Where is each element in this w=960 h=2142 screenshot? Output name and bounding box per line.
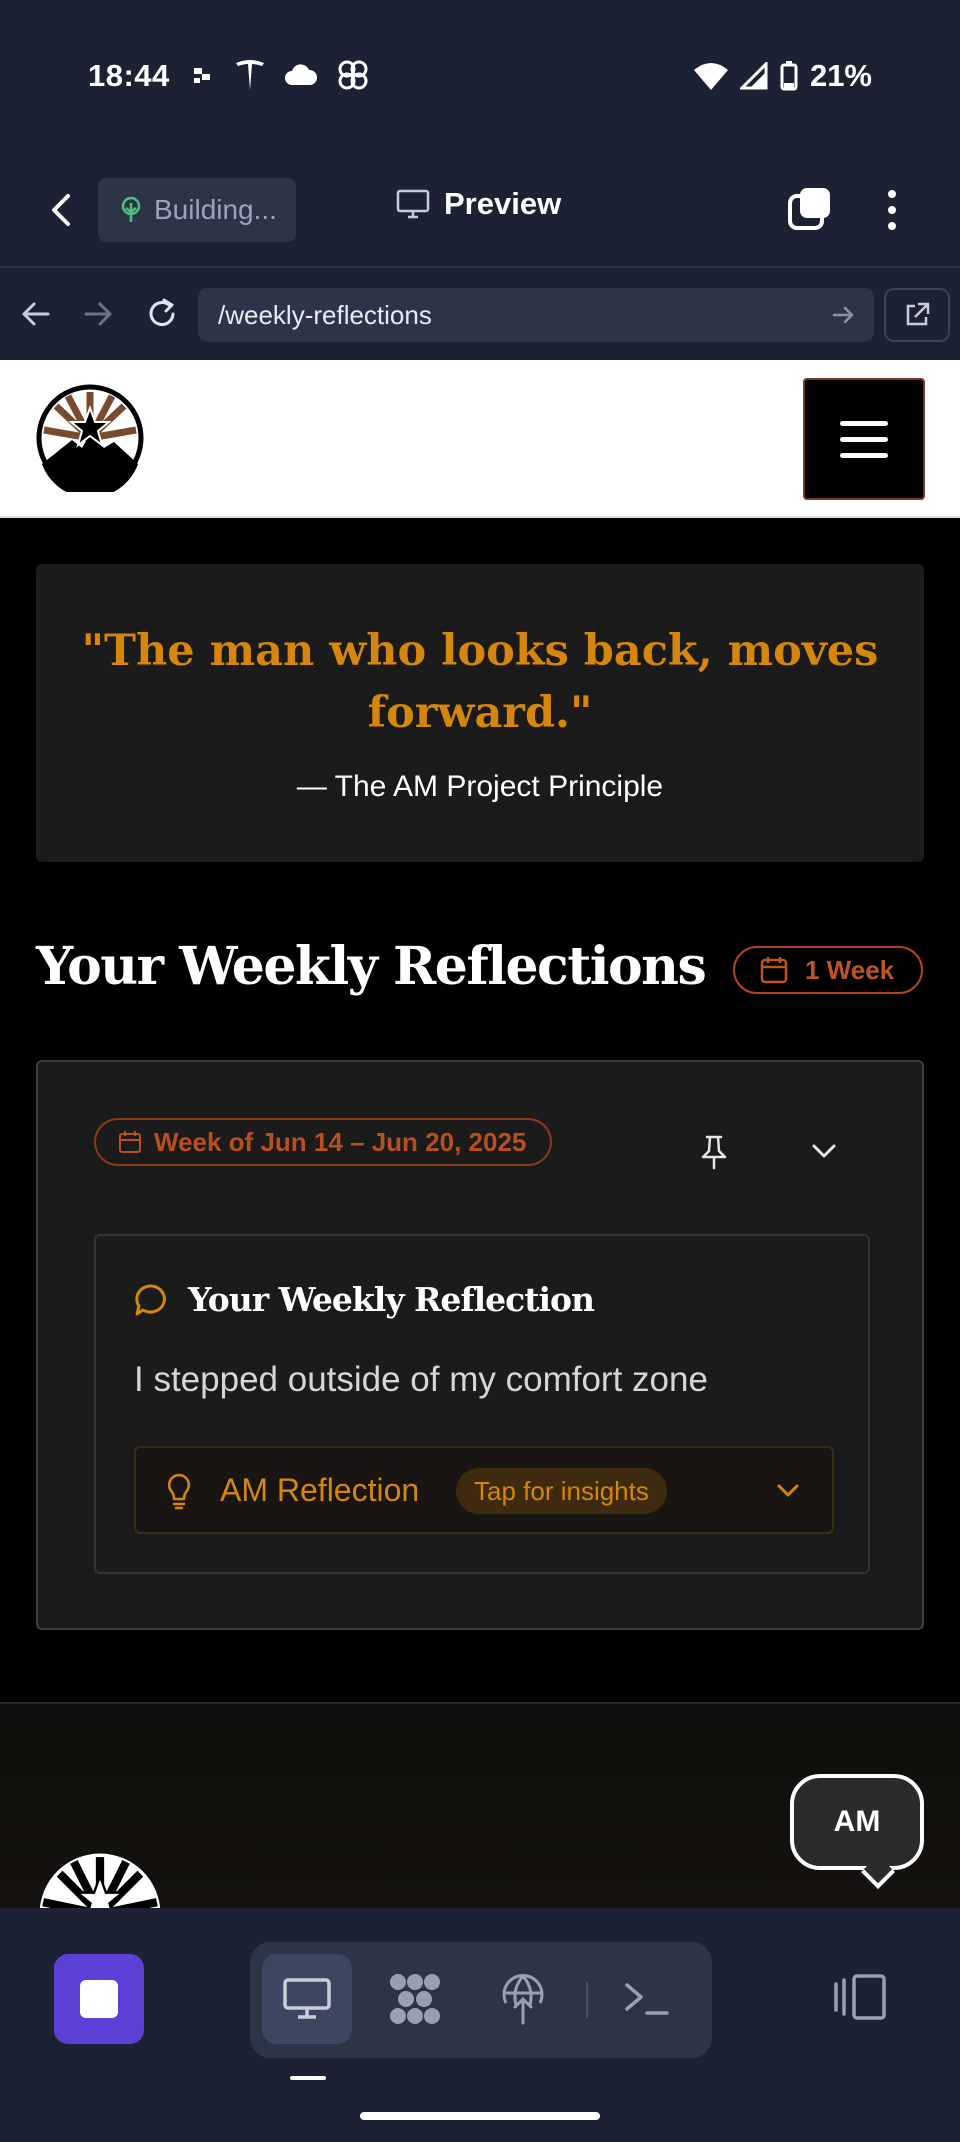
build-status-label: Building... [154,194,277,225]
menu-line-icon [840,452,888,458]
quote-text: "The man who looks back, moves forward." [81,626,879,738]
app-toolbar: Building... Preview [0,150,960,268]
weekly-reflection-panel: Your Weekly Reflection I stepped outside… [94,1234,870,1574]
preview-title[interactable]: Preview [396,186,561,222]
stop-button[interactable] [54,1954,144,2044]
monitor-icon [283,1978,331,2019]
quote-attribution: — The AM Project Principle [296,770,664,803]
terminal-tab[interactable] [602,1954,692,2044]
reload-icon[interactable] [144,296,180,332]
url-input[interactable]: /weekly-reflections [198,288,874,342]
app-notification-icon [194,68,210,83]
am-reflection-toggle[interactable]: AM Reflection Tap for insights [134,1446,834,1534]
status-system-icons: 21% [693,58,872,94]
week-range-tag: Week of Jun 14 – Jun 20, 2025 [94,1118,553,1166]
side-panel-icon[interactable] [832,1972,888,2022]
chevron-down-icon[interactable] [810,1140,838,1162]
pin-icon[interactable] [698,1134,730,1170]
reflection-entry-card: Week of Jun 14 – Jun 20, 2025 Your Weekl… [36,1060,924,1630]
battery-percent: 21% [809,58,872,93]
globe-upload-icon [502,1974,544,2025]
preview-label: Preview [444,186,562,221]
reflection-text: I stepped outside of my comfort zone [134,1360,708,1399]
dots-grid-icon [390,1974,440,2024]
reflection-heading: Your Weekly Reflection [134,1280,595,1319]
view-switcher [250,1942,712,2058]
more-options-icon[interactable] [874,186,910,234]
back-chevron-icon[interactable] [40,188,84,232]
pinwheel-icon [338,60,368,90]
am-reflection-label: AM Reflection [220,1472,420,1508]
wifi-icon [693,63,728,90]
web-page: "The man who looks back, moves forward."… [0,360,960,1908]
speech-bubble-icon [135,1283,166,1315]
tree-icon [121,197,141,222]
week-count-badge: 1 Week [733,946,923,994]
quote-card: "The man who looks back, moves forward."… [36,564,924,862]
calendar-icon [119,1131,141,1153]
calendar-icon [760,957,788,984]
signal-icon [739,62,768,90]
active-tab-indicator [290,2076,326,2080]
build-status-pill[interactable]: Building... [98,178,296,242]
am-project-footer-logo [39,1853,161,1908]
desktop-view-tab[interactable] [262,1954,352,2044]
monitor-icon [396,189,430,219]
home-gesture-bar[interactable] [360,2112,600,2120]
menu-line-icon [840,436,888,442]
bottom-dock [0,1908,960,2142]
deploy-tab[interactable] [478,1954,568,2044]
cloud-icon [285,64,318,85]
reflection-title: Your Weekly Reflection [188,1280,595,1319]
battery-icon [780,61,798,91]
status-time: 18:44 [88,58,170,93]
stop-icon [80,1980,118,2018]
week-range-label: Week of Jun 14 – Jun 20, 2025 [154,1126,527,1157]
week-count-label: 1 Week [805,954,895,985]
status-bar: 18:44 21% [0,0,960,150]
am-chat-button[interactable]: AM [790,1774,924,1870]
chevron-down-icon[interactable] [776,1482,800,1500]
status-notification-icons [192,58,370,92]
open-external-button[interactable] [884,288,950,342]
site-header [0,360,960,518]
am-project-logo[interactable] [36,384,144,492]
tesla-icon [236,60,264,90]
go-arrow-icon[interactable] [830,302,856,328]
tap-for-insights-pill[interactable]: Tap for insights [456,1468,667,1514]
browser-back-icon[interactable] [18,296,54,332]
components-tab[interactable] [370,1954,460,2044]
url-text: /weekly-reflections [218,299,432,330]
page-title: Your Weekly Reflections [36,936,707,997]
external-link-icon [906,302,930,326]
tabs-icon[interactable] [786,186,834,234]
hamburger-menu-button[interactable] [803,378,925,500]
url-bar: /weekly-reflections [0,270,960,360]
menu-line-icon [840,420,888,426]
lightbulb-icon [167,1473,191,1510]
terminal-icon [625,1983,669,2015]
browser-forward-icon[interactable] [80,296,116,332]
divider [586,1982,588,2018]
